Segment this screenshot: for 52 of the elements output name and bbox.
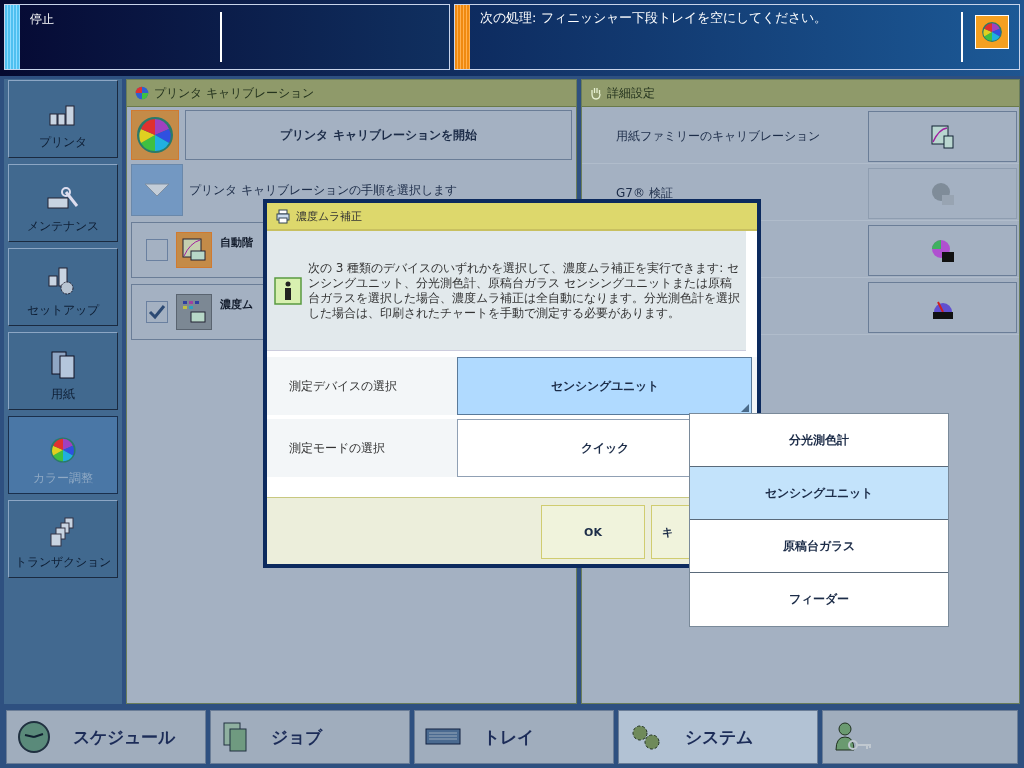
field-label: 測定デバイスの選択 xyxy=(288,377,398,395)
color-wheel-icon xyxy=(135,86,149,100)
hand-icon xyxy=(590,86,602,100)
status-stripe xyxy=(455,5,470,69)
dialog-button[interactable]: OK xyxy=(541,505,645,559)
nav-tab[interactable]: スケジュール xyxy=(6,710,206,764)
gears-icon xyxy=(629,723,663,751)
next-action-message: 次の処理: フィニッシャー下段トレイを空にしてください。 xyxy=(479,9,828,27)
panel-title: 詳細設定 xyxy=(607,84,655,102)
setting-button[interactable] xyxy=(868,111,1017,162)
expand-button[interactable] xyxy=(131,164,183,216)
tray-icon xyxy=(425,727,461,747)
printer-state: 停止 xyxy=(29,11,55,28)
clock-icon xyxy=(17,720,51,754)
documents-icon xyxy=(221,721,249,753)
color-wheel-icon xyxy=(981,21,1003,43)
color-grid-printer-icon xyxy=(181,299,207,325)
paper-sheets-icon xyxy=(48,350,78,380)
dialog-button[interactable]: キ xyxy=(651,505,691,559)
user-key-icon xyxy=(833,720,873,754)
nav-tab[interactable]: トレイ xyxy=(414,710,614,764)
color-wheel-icon xyxy=(49,436,77,464)
dialog-title: 濃度ムラ補正 xyxy=(296,208,362,224)
step-title: 自動階 xyxy=(220,235,253,250)
document-stack-icon xyxy=(49,516,77,548)
setting-button[interactable] xyxy=(868,225,1017,276)
step-title: 濃度ム xyxy=(220,297,253,312)
checkbox[interactable] xyxy=(146,301,168,323)
caret-icon xyxy=(144,183,170,197)
dropdown-option[interactable]: センシングユニット xyxy=(690,467,948,520)
field-label: 測定モードの選択 xyxy=(288,439,386,457)
setting-label: 用紙ファミリーのキャリブレーション xyxy=(615,128,821,145)
checkbox[interactable] xyxy=(146,239,168,261)
printer-icon xyxy=(275,208,291,224)
user-key-button[interactable] xyxy=(822,710,1018,764)
info-message: 次の 3 種類のデバイスのいずれかを選択して、濃度ムラ補正を実行できます: センシングユニット、分光測色計、原稿台ガラス センシングユニットまたは原稿台ガラスを選択した場合、濃度ムラ補正は全自動になります。分光測色計を選択した場合は、印刷されたチャートを手動で測定する必要があります。 xyxy=(308,260,741,321)
color-wheel-button[interactable] xyxy=(975,15,1009,49)
calibration-icon-button[interactable] xyxy=(131,110,179,160)
curve-printer-icon xyxy=(181,237,207,263)
status-stripe xyxy=(5,5,20,69)
info-icon xyxy=(274,276,302,305)
corner-icon xyxy=(741,404,749,412)
nav-tab[interactable]: ジョブ xyxy=(210,710,410,764)
setting-button[interactable] xyxy=(868,282,1017,333)
color-wheel-icon xyxy=(135,115,175,155)
nav-tab[interactable]: システム xyxy=(618,710,818,764)
setting-label: G7® 検証 xyxy=(615,185,674,202)
start-calibration-button[interactable]: プリンタ キャリブレーションを開始 xyxy=(185,110,572,160)
dropdown-field[interactable]: センシングユニット xyxy=(457,357,752,415)
procedure-label: プリンタ キャリブレーションの手順を選択します xyxy=(189,181,457,199)
panel-title: プリンタ キャリブレーション xyxy=(154,84,314,102)
curve-chart-icon xyxy=(930,124,955,149)
